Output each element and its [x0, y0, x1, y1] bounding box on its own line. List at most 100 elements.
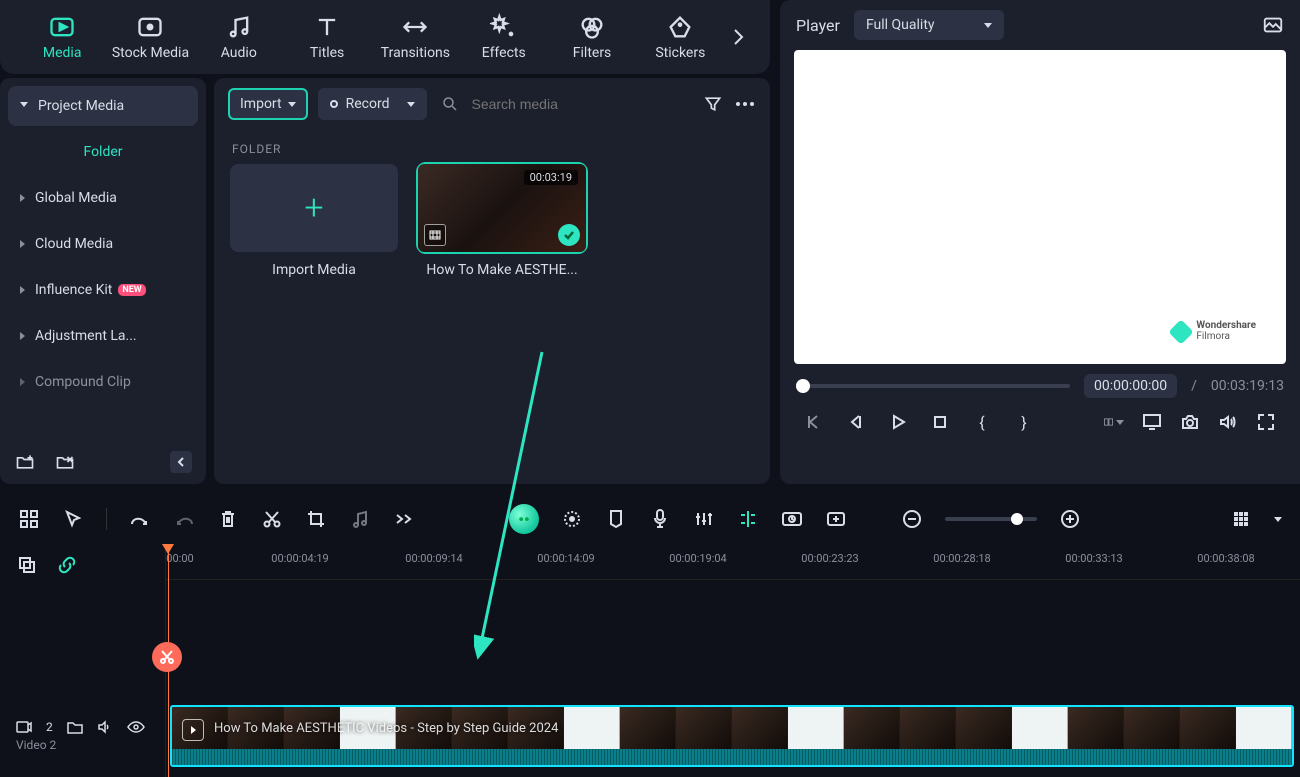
sidebar-collapse-button[interactable] — [170, 451, 192, 473]
media-clip-tile[interactable]: 00:03:19 How To Make AESTHE... — [418, 164, 586, 278]
tab-transitions[interactable]: Transitions — [371, 0, 459, 74]
tab-media-label: Media — [43, 45, 82, 61]
layout-grid-icon[interactable] — [18, 508, 40, 530]
redo-button[interactable] — [173, 508, 195, 530]
scrubber-head[interactable] — [796, 379, 810, 393]
tabs-scroll-right[interactable] — [725, 23, 752, 51]
ai-assistant-icon[interactable]: •• — [509, 504, 539, 534]
voiceover-icon[interactable] — [649, 508, 671, 530]
tab-stickers[interactable]: Stickers — [636, 0, 724, 74]
prev-frame-button[interactable] — [804, 412, 824, 432]
sidebar: Project Media Folder Global Media Cloud … — [0, 78, 206, 484]
tab-titles[interactable]: Titles — [283, 0, 371, 74]
more-tools-icon[interactable] — [393, 508, 415, 530]
tab-effects-label: Effects — [482, 45, 526, 61]
delete-button[interactable] — [217, 508, 239, 530]
step-back-button[interactable] — [846, 412, 866, 432]
volume-button[interactable] — [1218, 412, 1238, 432]
tab-media[interactable]: Media — [18, 0, 106, 74]
undo-button[interactable] — [129, 508, 151, 530]
search-icon — [441, 95, 459, 113]
sidebar-item-cloud-media[interactable]: Cloud Media — [8, 224, 198, 264]
clip-duration: 00:03:19 — [524, 170, 578, 185]
sidebar-item-project-media[interactable]: Project Media — [8, 86, 198, 126]
new-folder-icon[interactable] — [14, 451, 36, 473]
tab-effects[interactable]: Effects — [460, 0, 548, 74]
zoom-in-button[interactable] — [1059, 508, 1081, 530]
mark-in-button[interactable]: { — [972, 412, 992, 432]
timeline-clip[interactable]: How To Make AESTHETIC Videos - Step by S… — [170, 705, 1294, 767]
visibility-track-icon[interactable] — [127, 721, 145, 733]
tab-filters[interactable]: Filters — [548, 0, 636, 74]
sidebar-item-influence-kit[interactable]: Influence Kit NEW — [8, 270, 198, 310]
search-field[interactable] — [437, 88, 692, 120]
link-track-icon[interactable] — [56, 554, 78, 576]
sidebar-item-compound-clip[interactable]: Compound Clip — [8, 362, 198, 402]
play-button[interactable] — [888, 412, 908, 432]
chevron-down-icon — [407, 102, 415, 107]
zoom-slider[interactable] — [945, 517, 1037, 521]
player-viewport[interactable]: Wondershare Filmora — [794, 50, 1286, 364]
mark-out-button[interactable]: } — [1014, 412, 1034, 432]
track-count: 2 — [46, 720, 53, 734]
import-label: Import — [240, 96, 282, 112]
mute-track-icon[interactable] — [97, 720, 113, 734]
fullscreen-button[interactable] — [1256, 412, 1276, 432]
capture-button[interactable] — [1180, 412, 1200, 432]
tab-audio[interactable]: Audio — [195, 0, 283, 74]
track-header-video2[interactable]: 2 Video 2 — [0, 705, 166, 767]
sidebar-footer — [0, 440, 206, 484]
tab-filters-label: Filters — [573, 45, 612, 61]
more-icon[interactable] — [734, 93, 756, 115]
import-button[interactable]: Import — [228, 88, 308, 120]
track-view-chevron[interactable] — [1274, 517, 1282, 522]
tab-audio-label: Audio — [221, 45, 257, 61]
watermark-icon — [1169, 319, 1194, 344]
sidebar-item-label: Global Media — [35, 190, 117, 206]
duplicate-track-icon[interactable] — [16, 554, 38, 576]
player-header: Player Full Quality — [780, 0, 1300, 50]
cut-tool-icon[interactable] — [261, 508, 283, 530]
zoom-out-button[interactable] — [901, 508, 923, 530]
speed-icon[interactable] — [781, 508, 803, 530]
search-input[interactable] — [469, 95, 688, 113]
track-view-icon[interactable] — [1230, 508, 1252, 530]
crop-tool-icon[interactable] — [305, 508, 327, 530]
timeline: 2 Video 2 00:00 00:00:04:19 00:00:09:14 … — [0, 544, 1300, 777]
sidebar-item-adjustment-layer[interactable]: Adjustment La... — [8, 316, 198, 356]
zoom-slider-thumb[interactable] — [1011, 513, 1023, 525]
sidebar-item-folder[interactable]: Folder — [8, 132, 198, 172]
delete-folder-icon[interactable] — [54, 451, 76, 473]
music-tool-icon[interactable] — [349, 508, 371, 530]
video-track-icon — [16, 720, 32, 734]
record-button[interactable]: Record — [318, 88, 428, 120]
track-name: Video 2 — [16, 738, 150, 752]
chevron-right-icon — [20, 240, 25, 248]
filter-icon[interactable] — [702, 93, 724, 115]
pointer-tool-icon[interactable] — [62, 508, 84, 530]
clip-thumbnails — [172, 707, 1292, 749]
player-scrubber[interactable] — [796, 384, 1070, 388]
stop-button[interactable] — [930, 412, 950, 432]
quality-dropdown[interactable]: Full Quality — [854, 10, 1004, 40]
chevron-right-icon — [20, 378, 25, 386]
top-tabs: Media Stock Media Audio Titles Transitio… — [0, 0, 770, 74]
display-button[interactable] — [1142, 412, 1162, 432]
enhance-icon[interactable] — [561, 508, 583, 530]
chevron-right-icon — [20, 194, 25, 202]
marker-icon[interactable] — [605, 508, 627, 530]
sidebar-item-global-media[interactable]: Global Media — [8, 178, 198, 218]
compare-view-button[interactable] — [1104, 412, 1124, 432]
ruler-mark: 00:00:09:14 — [405, 552, 462, 565]
mixer-icon[interactable] — [693, 508, 715, 530]
import-media-tile[interactable]: + Import Media — [230, 164, 398, 278]
timeline-track-area[interactable]: How To Make AESTHETIC Videos - Step by S… — [166, 580, 1300, 777]
player-label: Player — [796, 16, 840, 35]
time-current: 00:00:00:00 — [1084, 374, 1177, 398]
tab-stock-media[interactable]: Stock Media — [106, 0, 194, 74]
split-button[interactable] — [737, 508, 759, 530]
timeline-ruler[interactable]: 00:00 00:00:04:19 00:00:09:14 00:00:14:0… — [166, 544, 1300, 580]
keyframe-icon[interactable] — [825, 508, 847, 530]
player-scrubber-row: 00:00:00:00 / 00:03:19:13 — [796, 374, 1284, 398]
snapshot-icon[interactable] — [1262, 14, 1284, 36]
